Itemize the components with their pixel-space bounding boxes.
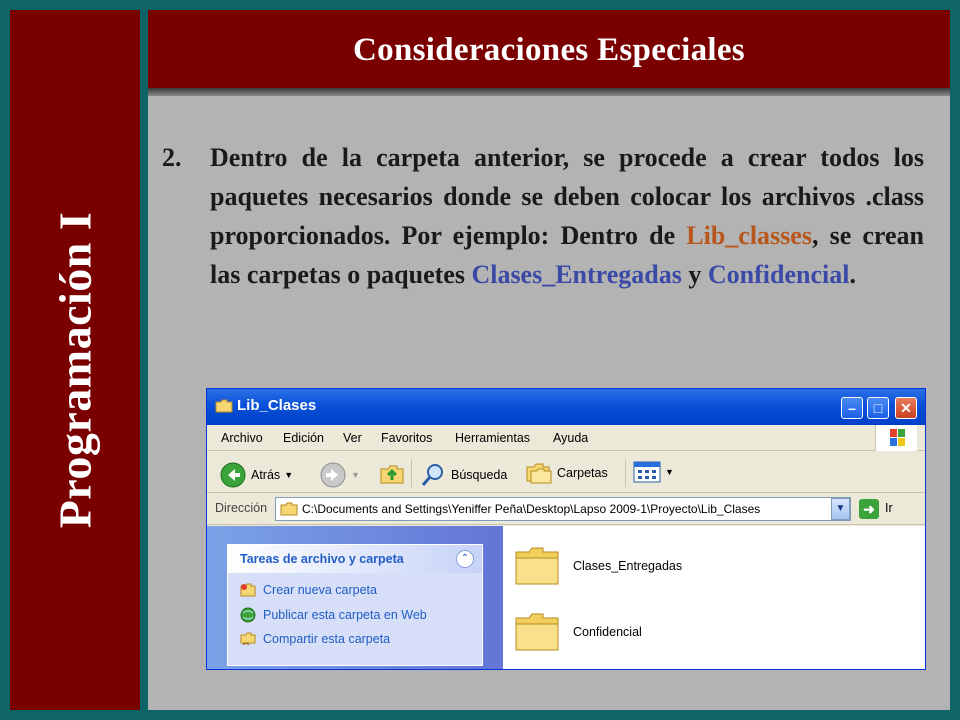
- address-input[interactable]: C:\Documents and Settings\Yeniffer Peña\…: [275, 497, 851, 521]
- task-panel: Tareas de archivo y carpeta ⌃ Crear nuev…: [227, 544, 483, 666]
- folder-icon: [515, 613, 559, 651]
- task-label: Publicar esta carpeta en Web: [263, 608, 427, 622]
- file-list: Clases_Entregadas Confidencial: [503, 526, 925, 669]
- header-bar: Consideraciones Especiales: [148, 10, 950, 90]
- toolbar: Atrás ▼ ▼ Búsqueda Carpetas ▼: [207, 451, 925, 493]
- forward-dropdown-icon[interactable]: ▼: [351, 470, 360, 480]
- toolbar-separator: [411, 459, 412, 487]
- search-icon: [421, 464, 443, 486]
- paragraph-text: Dentro de la carpeta anterior, se proced…: [210, 138, 924, 294]
- highlight-clases-entregadas: Clases_Entregadas: [471, 260, 682, 289]
- back-button[interactable]: Atrás ▼: [219, 461, 293, 489]
- share-folder-icon: [240, 632, 256, 646]
- task-panel-title: Tareas de archivo y carpeta: [240, 552, 404, 566]
- highlight-lib-classes: Lib_classes: [686, 221, 812, 250]
- search-label: Búsqueda: [451, 468, 508, 482]
- task-label: Crear nueva carpeta: [263, 583, 377, 597]
- address-dropdown-icon[interactable]: ▼: [831, 498, 850, 520]
- windows-logo-icon: [875, 425, 917, 451]
- menu-ver[interactable]: Ver: [343, 431, 362, 445]
- views-icon: [633, 461, 661, 483]
- task-create-folder[interactable]: Crear nueva carpeta: [240, 583, 377, 597]
- sidebar-title: Programación I: [49, 211, 101, 529]
- forward-arrow-icon: [320, 462, 346, 488]
- folder-icon: [280, 502, 298, 519]
- explorer-body: Tareas de archivo y carpeta ⌃ Crear nuev…: [207, 526, 925, 669]
- menu-bar: Archivo Edición Ver Favoritos Herramient…: [207, 425, 925, 451]
- paragraph-text-end: .: [849, 260, 856, 289]
- address-label: Dirección: [215, 501, 268, 515]
- explorer-window: Lib_Clases – □ ✕ Archivo Edición Ver Fav…: [206, 388, 926, 670]
- address-bar: Dirección C:\Documents and Settings\Yeni…: [207, 493, 925, 525]
- minimize-button[interactable]: –: [841, 397, 863, 419]
- task-label: Compartir esta carpeta: [263, 632, 391, 646]
- toolbar-separator: [625, 459, 626, 487]
- menu-archivo[interactable]: Archivo: [221, 431, 263, 445]
- header-divider: [148, 88, 950, 96]
- body-paragraph: 2. Dentro de la carpeta anterior, se pro…: [162, 138, 924, 294]
- menu-herramientas[interactable]: Herramientas: [455, 431, 530, 445]
- globe-icon: [240, 607, 256, 623]
- folders-icon: [526, 463, 552, 484]
- forward-button[interactable]: ▼: [319, 461, 360, 489]
- go-arrow-icon[interactable]: ➜: [859, 499, 879, 519]
- folder-item-clases-entregadas[interactable]: Clases_Entregadas: [513, 544, 682, 588]
- list-number: 2.: [162, 143, 182, 172]
- folders-label: Carpetas: [557, 466, 608, 480]
- back-arrow-icon: [220, 462, 246, 488]
- maximize-button[interactable]: □: [867, 397, 889, 419]
- highlight-confidencial: Confidencial: [707, 260, 850, 289]
- task-panel-header[interactable]: Tareas de archivo y carpeta ⌃: [228, 545, 482, 573]
- sidebar-panel: Programación I: [10, 10, 140, 710]
- window-title: Lib_Clases: [237, 397, 317, 414]
- views-button[interactable]: ▼: [633, 461, 674, 483]
- address-path: C:\Documents and Settings\Yeniffer Peña\…: [302, 502, 761, 516]
- menu-edicion[interactable]: Edición: [283, 431, 324, 445]
- task-sidebar: Tareas de archivo y carpeta ⌃ Crear nuev…: [207, 526, 503, 669]
- task-share-folder[interactable]: Compartir esta carpeta: [240, 631, 390, 647]
- folder-name: Confidencial: [573, 625, 642, 639]
- folder-icon: [215, 399, 233, 418]
- close-button[interactable]: ✕: [895, 397, 917, 419]
- views-dropdown-icon[interactable]: ▼: [665, 467, 674, 477]
- task-publish-web[interactable]: Publicar esta carpeta en Web: [240, 607, 427, 623]
- folders-button[interactable]: Carpetas: [525, 461, 608, 485]
- up-folder-button[interactable]: [379, 461, 405, 487]
- up-folder-icon: [380, 465, 404, 484]
- search-button[interactable]: Búsqueda: [419, 461, 507, 489]
- back-label: Atrás: [251, 468, 281, 482]
- back-dropdown-icon[interactable]: ▼: [284, 470, 293, 480]
- collapse-chevron-icon[interactable]: ⌃: [456, 550, 474, 568]
- slide-title: Consideraciones Especiales: [353, 32, 745, 68]
- menu-ayuda[interactable]: Ayuda: [553, 431, 588, 445]
- menu-favoritos[interactable]: Favoritos: [381, 431, 432, 445]
- new-folder-icon: [240, 583, 256, 597]
- paragraph-text-and: y: [681, 260, 708, 289]
- folder-name: Clases_Entregadas: [573, 559, 683, 573]
- window-titlebar[interactable]: Lib_Clases – □ ✕: [207, 389, 925, 425]
- folder-item-confidencial[interactable]: Confidencial: [513, 610, 642, 654]
- folder-icon: [515, 547, 559, 585]
- go-button[interactable]: Ir: [885, 501, 893, 515]
